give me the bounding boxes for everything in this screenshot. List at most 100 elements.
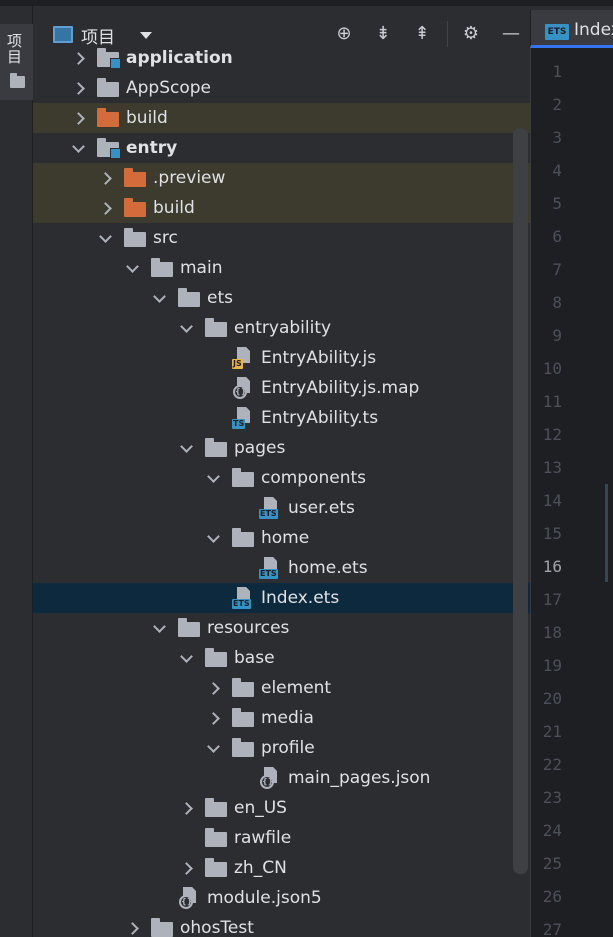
chevron-down-icon[interactable]	[151, 620, 167, 636]
tree-row-label: resources	[207, 618, 290, 638]
folder-icon	[151, 258, 173, 277]
tree-row[interactable]: rawfile	[33, 823, 530, 853]
line-number: 21	[542, 722, 562, 741]
chevron-down-icon[interactable]	[205, 530, 221, 546]
tree-row[interactable]: home	[33, 523, 530, 553]
line-number: 22	[542, 755, 562, 774]
tree-row[interactable]: profile	[33, 733, 530, 763]
line-number: 12	[542, 425, 562, 444]
chevron-right-icon[interactable]	[205, 710, 221, 726]
line-number: 26	[542, 887, 562, 906]
line-number: 15	[542, 524, 562, 543]
change-marker	[605, 484, 608, 582]
tree-row-label: entry	[126, 138, 178, 158]
folder-icon	[10, 73, 25, 88]
chevron-down-icon[interactable]	[70, 140, 86, 156]
tree-row-label: main	[180, 258, 223, 278]
tree-row[interactable]: ohosTest	[33, 913, 530, 937]
tree-row[interactable]: resources	[33, 613, 530, 643]
line-number: 11	[542, 392, 562, 411]
tree-row-label: AppScope	[126, 78, 211, 98]
line-number: 5	[552, 194, 562, 213]
tree-row[interactable]: build	[33, 103, 530, 133]
chevron-down-icon[interactable]	[151, 290, 167, 306]
folder-icon	[178, 288, 200, 307]
chevron-right-icon[interactable]	[124, 920, 140, 936]
folder-icon	[232, 678, 254, 697]
tree-row[interactable]: ETS Index.ets	[33, 583, 530, 613]
tree-row[interactable]: {} main_pages.json	[33, 763, 530, 793]
tree-row[interactable]: build	[33, 193, 530, 223]
tree-row[interactable]: src	[33, 223, 530, 253]
tree-row[interactable]: ets	[33, 283, 530, 313]
tree-row[interactable]: components	[33, 463, 530, 493]
chevron-right-icon[interactable]	[70, 80, 86, 96]
tree-row-label: EntryAbility.js	[261, 348, 377, 368]
chevron-down-icon[interactable]	[178, 320, 194, 336]
ets-file-icon: ETS	[232, 587, 252, 609]
chevron-right-icon[interactable]	[70, 110, 86, 126]
tree-row-label: home.ets	[288, 558, 368, 578]
chevron-right-icon[interactable]	[178, 800, 194, 816]
tree-row[interactable]: entryability	[33, 313, 530, 343]
chevron-down-icon[interactable]	[124, 260, 140, 276]
folder-icon	[124, 228, 146, 247]
tree-row[interactable]: ETS home.ets	[33, 553, 530, 583]
project-tree[interactable]: application AppScope build entry .preview bui…	[33, 42, 530, 937]
tree-row[interactable]: JS EntryAbility.js	[33, 343, 530, 373]
tree-row-label: .preview	[153, 168, 226, 188]
tree-scrollbar[interactable]	[513, 128, 528, 874]
chevron-right-icon[interactable]	[205, 680, 221, 696]
tree-row[interactable]: en_US	[33, 793, 530, 823]
ets-file-icon: ETS	[259, 497, 279, 519]
project-tool-window-tab[interactable]: 项目	[0, 24, 33, 100]
json-file-icon: {}	[259, 767, 279, 789]
folder-icon	[232, 468, 254, 487]
line-number: 1	[552, 62, 562, 81]
tree-row-label: ets	[207, 288, 233, 308]
editor-tab-index[interactable]: ETS Index	[530, 10, 613, 48]
chevron-right-icon[interactable]	[97, 170, 113, 186]
tree-row[interactable]: {} module.json5	[33, 883, 530, 913]
tree-row[interactable]: AppScope	[33, 73, 530, 103]
tree-row-label: module.json5	[207, 888, 322, 908]
module-folder-icon	[97, 48, 121, 69]
line-number: 6	[552, 227, 562, 246]
tree-row[interactable]: element	[33, 673, 530, 703]
chevron-down-icon[interactable]	[178, 440, 194, 456]
tree-row[interactable]: media	[33, 703, 530, 733]
chevron-down-icon[interactable]	[97, 230, 113, 246]
tree-row[interactable]: .preview	[33, 163, 530, 193]
tree-row-label: EntryAbility.js.map	[261, 378, 420, 398]
json-file-icon: {}	[232, 377, 252, 399]
chevron-down-icon[interactable]	[140, 32, 152, 39]
tree-row-label: main_pages.json	[288, 768, 431, 788]
tree-row-label: base	[234, 648, 275, 668]
tree-row[interactable]: ETS user.ets	[33, 493, 530, 523]
tree-row-label: en_US	[234, 798, 287, 818]
chevron-down-icon[interactable]	[205, 740, 221, 756]
tree-row[interactable]: pages	[33, 433, 530, 463]
js-file-icon: JS	[232, 347, 252, 369]
tree-row[interactable]: zh_CN	[33, 853, 530, 883]
line-number: 18	[542, 623, 562, 642]
chevron-right-icon[interactable]	[97, 200, 113, 216]
tree-row[interactable]: TS EntryAbility.ts	[33, 403, 530, 433]
folder-icon	[178, 618, 200, 637]
tree-row-label: profile	[261, 738, 315, 758]
chevron-down-icon[interactable]	[205, 470, 221, 486]
tree-row[interactable]: application	[33, 43, 530, 73]
chevron-down-icon[interactable]	[178, 650, 194, 666]
tree-row[interactable]: {} EntryAbility.js.map	[33, 373, 530, 403]
folder-icon	[205, 798, 227, 817]
tree-row[interactable]: base	[33, 643, 530, 673]
tree-row-label: Index.ets	[261, 588, 340, 608]
tree-row[interactable]: main	[33, 253, 530, 283]
chevron-right-icon[interactable]	[178, 860, 194, 876]
chevron-right-icon[interactable]	[70, 50, 86, 66]
tree-row-label: media	[261, 708, 314, 728]
tree-row-label: element	[261, 678, 332, 698]
tree-row[interactable]: entry	[33, 133, 530, 163]
tree-row-label: rawfile	[234, 828, 292, 848]
folder-icon	[205, 648, 227, 667]
